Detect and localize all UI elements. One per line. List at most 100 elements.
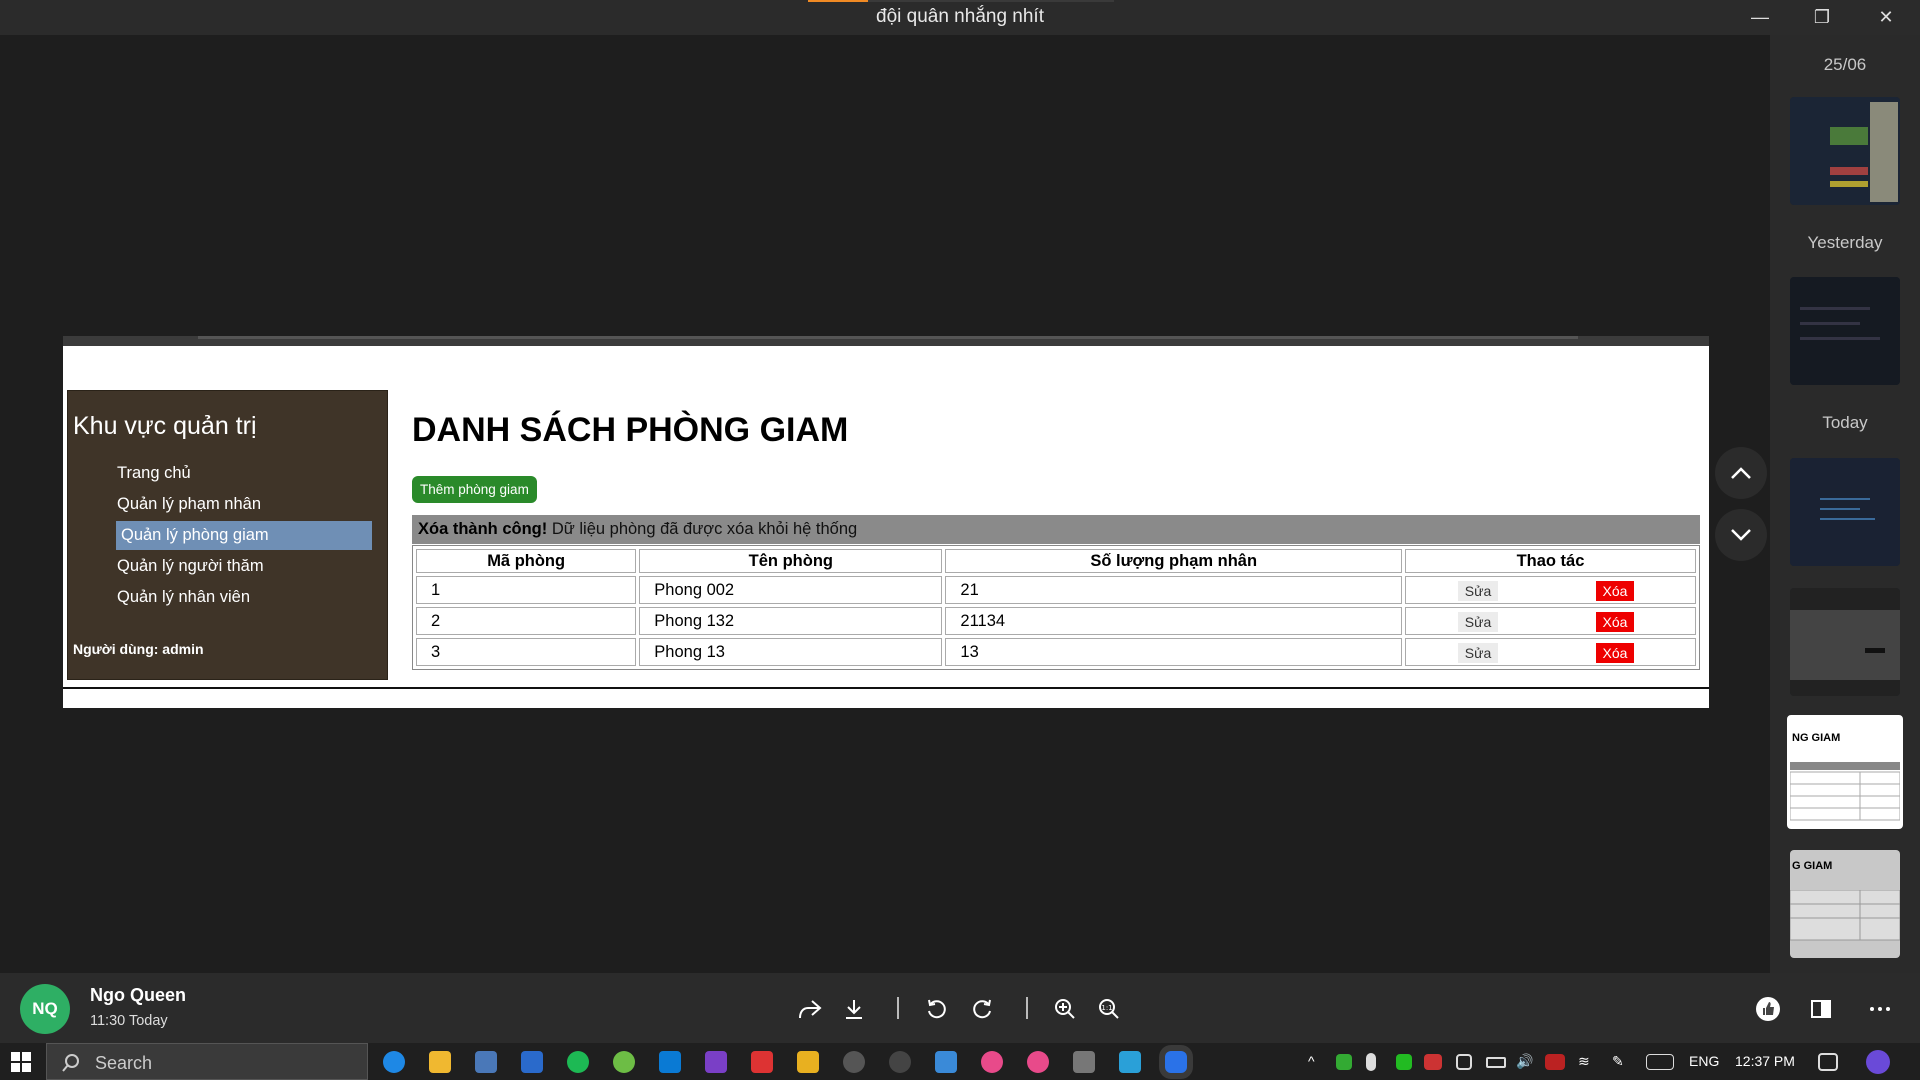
today-label: Today [1822,413,1868,432]
visual-studio-icon[interactable] [705,1051,727,1073]
screenshot-image: Khu vực quản trị Trang chủ Quản lý phạm … [63,336,1709,708]
share-button[interactable] [794,993,826,1025]
thumbnail-item[interactable]: G GIAM [1790,850,1900,958]
copilot-icon[interactable] [1866,1050,1890,1074]
tray-app-icon[interactable] [1396,1054,1412,1070]
input-language[interactable]: ENG [1689,1053,1719,1069]
like-button[interactable] [1752,993,1784,1025]
search-placeholder: Search [95,1053,153,1073]
sidebar-item-cells[interactable]: Quản lý phòng giam [116,521,372,550]
delete-button[interactable]: Xóa [1596,643,1634,663]
app-icon[interactable] [843,1051,865,1073]
store-icon[interactable] [521,1051,543,1073]
thumbnail-item[interactable] [1790,458,1900,566]
yesterday-label: Yesterday [1807,233,1883,252]
file-explorer-icon[interactable] [429,1051,451,1073]
table-header-row: Mã phòng Tên phòng Số lượng phạm nhân Th… [416,549,1696,573]
column-header: Mã phòng [416,549,637,573]
battery-icon[interactable] [1486,1057,1506,1068]
volume-icon[interactable]: 🔊 [1516,1053,1533,1070]
toolbar-divider [897,997,899,1019]
microphone-icon[interactable] [1366,1053,1376,1071]
app-icon[interactable] [981,1051,1003,1073]
previous-image-button[interactable] [1715,447,1767,499]
tray-flag-icon[interactable] [1545,1054,1565,1070]
app-icon[interactable] [797,1051,819,1073]
delete-button[interactable]: Xóa [1596,581,1634,601]
system-clock[interactable]: 12:37 PM [1735,1053,1795,1069]
cell-id: 2 [416,607,637,635]
next-image-button[interactable] [1715,509,1767,561]
thumbnail-item[interactable] [1790,277,1900,385]
success-alert: Xóa thành công! Dữ liệu phòng đã được xó… [412,515,1700,544]
tray-shield-icon[interactable] [1336,1054,1352,1070]
image-viewer: Khu vực quản trị Trang chủ Quản lý phạm … [0,35,1770,973]
vscode-icon[interactable] [659,1051,681,1073]
edit-button[interactable]: Sửa [1458,643,1498,663]
keyboard-icon[interactable] [1646,1054,1674,1070]
delete-button[interactable]: Xóa [1596,612,1634,632]
chevron-up-icon [1731,467,1751,479]
sidebar-title: Khu vực quản trị [73,412,257,440]
close-button[interactable]: ✕ [1856,0,1916,35]
restore-button[interactable]: ❐ [1792,0,1852,35]
alert-text: Dữ liệu phòng đã được xóa khỏi hệ thống [547,520,858,538]
edge-icon[interactable] [383,1051,405,1073]
tray-app-icon[interactable] [1456,1054,1472,1070]
minimize-button[interactable]: — [1730,0,1790,35]
cell-count: 21 [945,576,1402,604]
app-icon[interactable] [1119,1051,1141,1073]
app-icon[interactable] [613,1051,635,1073]
spotify-icon[interactable] [567,1051,589,1073]
more-options-button[interactable] [1864,993,1896,1025]
taskbar-search[interactable]: Search [46,1043,368,1080]
cell-name: Phong 13 [639,638,943,666]
sidebar-item-visitors[interactable]: Quản lý người thăm [112,552,368,581]
rotate-right-button[interactable] [966,993,998,1025]
title-accent-track [868,0,1114,2]
actual-size-button[interactable]: 1:1 [1093,993,1125,1025]
sender-name: Ngo Queen [90,985,187,1005]
rotate-left-button[interactable] [921,993,953,1025]
notification-icon[interactable] [1818,1053,1838,1071]
thumbnail-table-icon [1790,762,1900,821]
thumbnail-table-icon [1790,588,1900,696]
cells-table: Mã phòng Tên phòng Số lượng phạm nhân Th… [412,545,1700,670]
start-button[interactable] [8,1049,34,1075]
edit-button[interactable]: Sửa [1458,581,1498,601]
wifi-icon[interactable]: ≋ [1578,1053,1590,1070]
tray-voicemeeter-icon[interactable] [1424,1054,1442,1070]
tray-chevron-icon[interactable]: ^ [1308,1053,1315,1069]
app-icon[interactable] [475,1051,497,1073]
zoom-in-icon [1055,999,1075,1019]
search-icon [62,1054,79,1072]
toggle-panel-button[interactable] [1805,993,1837,1025]
thumbnail-code-icon [1790,97,1900,205]
table-row: 2 Phong 132 21134 Sửa Xóa [416,607,1696,635]
alert-strong: Xóa thành công! [418,520,548,538]
column-header: Số lượng phạm nhân [945,549,1402,573]
pen-icon[interactable]: ✎ [1612,1053,1624,1070]
thumbnail-item[interactable] [1790,97,1900,205]
voicemeeter-icon[interactable] [751,1051,773,1073]
thumbnail-item[interactable] [1790,588,1900,696]
download-icon [846,1000,862,1019]
cell-id: 3 [416,638,637,666]
settings-icon[interactable] [1073,1051,1095,1073]
sidebar-item-staff[interactable]: Quản lý nhân viên [112,583,368,612]
download-button[interactable] [838,993,870,1025]
zoom-in-button[interactable] [1049,993,1081,1025]
zalo-icon[interactable] [1165,1051,1187,1073]
sidebar-item-home[interactable]: Trang chủ [112,459,368,488]
avatar[interactable]: NQ [20,984,70,1034]
app-icon[interactable] [889,1051,911,1073]
app-icon[interactable] [935,1051,957,1073]
minimize-icon: — [1751,7,1769,27]
edit-button[interactable]: Sửa [1458,612,1498,632]
app-icon[interactable] [1027,1051,1049,1073]
sidebar-item-prisoners[interactable]: Quản lý phạm nhân [112,490,368,519]
add-cell-button[interactable]: Thêm phòng giam [412,476,537,503]
thumbnail-selected[interactable]: NG GIAM [1787,715,1903,829]
chevron-down-icon [1731,529,1751,541]
cell-actions: Sửa Xóa [1405,638,1696,666]
